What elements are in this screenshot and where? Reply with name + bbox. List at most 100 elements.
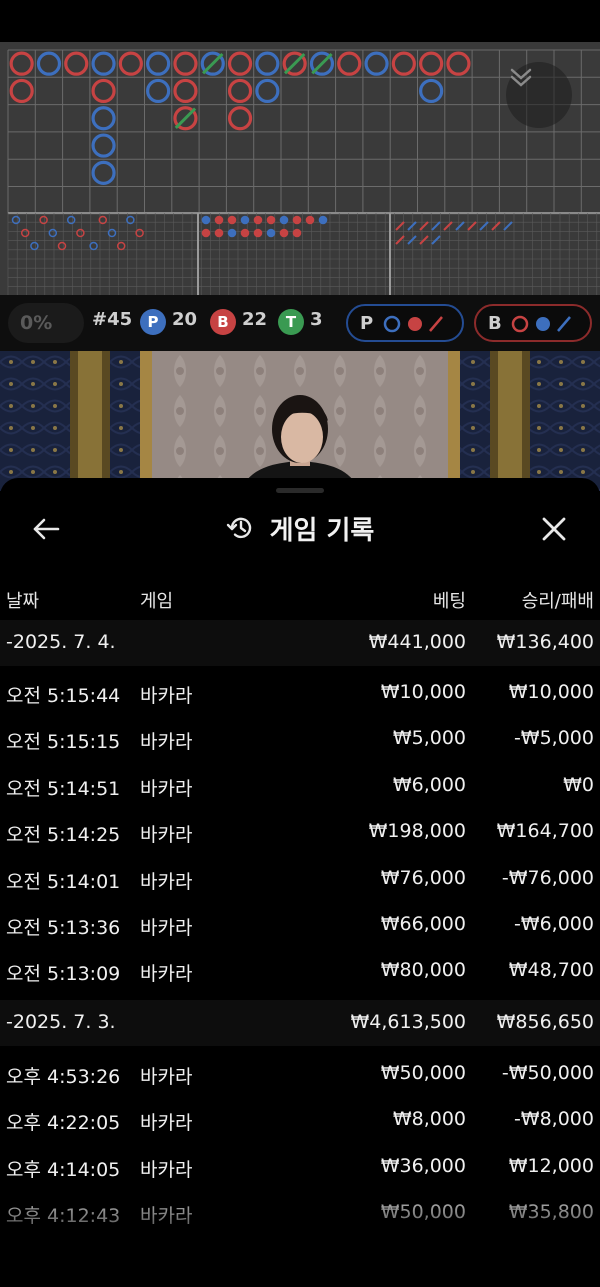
table-row[interactable]: 오전 5:13:09 바카라 ₩80,000 ₩48,700 [0,948,600,994]
row-game: 바카라 [140,1066,193,1088]
predict-markers-icon [383,315,443,333]
row-time: 오전 5:15:44 [6,685,121,707]
round-number: #45 [92,309,133,330]
status-strip [0,0,600,42]
row-time: 오전 5:14:01 [6,871,121,893]
panel-header: 게임 기록 [0,506,600,550]
player-predict-label: P [360,313,374,334]
bead-marker [91,78,116,104]
column-winloss: 승리/패배 [521,591,594,612]
column-bet: 베팅 [432,591,466,612]
row-result: ₩35,800 [508,1201,594,1223]
row-game: 바카라 [140,917,193,939]
dealer-scene-image [0,351,600,491]
game-history-panel: 게임 기록 날짜 게임 베팅 승리/패배 -2025. 7. 4. ₩441,0… [0,478,600,1287]
row-game: 바카라 [140,963,193,985]
row-bet: ₩50,000 [380,1201,466,1223]
row-game: 바카라 [140,685,193,707]
bead-marker [91,51,116,76]
table-row[interactable]: 오후 4:53:26 바카라 ₩50,000 -₩50,000 [0,1051,600,1097]
chevron-double-down-icon [510,68,532,87]
table-row[interactable]: 오후 4:14:05 바카라 ₩36,000 ₩12,000 [0,1144,600,1190]
bead-marker [173,51,198,76]
row-game: 바카라 [140,1112,193,1134]
table-row[interactable]: 오전 5:15:15 바카라 ₩5,000 -₩5,000 [0,716,600,762]
row-time: 오전 5:14:51 [6,778,121,800]
bead-marker [419,51,444,76]
bead-marker [255,78,280,104]
row-result: ₩164,700 [496,820,594,842]
banker-predict-button[interactable]: B [474,304,592,342]
column-game: 게임 [140,591,174,612]
player-predict-button[interactable]: P [346,304,464,342]
row-bet: ₩36,000 [380,1155,466,1177]
bead-marker [91,160,116,185]
bead-marker [118,51,143,76]
player-badge: P [140,309,166,335]
row-bet: ₩50,000 [380,1062,466,1084]
row-bet: ₩66,000 [380,913,466,935]
row-result: -₩50,000 [501,1062,594,1084]
row-time: 오전 5:13:09 [6,963,121,985]
table-row[interactable]: 오후 4:22:05 바카라 ₩8,000 -₩8,000 [0,1097,600,1143]
baccarat-roadmap [0,42,600,295]
group-date: -2025. 7. 4. [6,631,116,653]
row-bet: ₩80,000 [380,959,466,981]
tie-count: 3 [310,309,323,330]
bead-marker [227,106,253,131]
bead-marker [146,78,171,104]
row-bet: ₩8,000 [392,1108,466,1130]
table-row[interactable]: 오전 5:14:25 바카라 ₩198,000 ₩164,700 [0,809,600,855]
bead-marker [227,51,253,76]
date-group-row[interactable]: -2025. 7. 4. ₩441,000 ₩136,400 [0,620,600,666]
date-group-row[interactable]: -2025. 7. 3. ₩4,613,500 ₩856,650 [0,1000,600,1046]
table-row[interactable]: 오전 5:13:36 바카라 ₩66,000 -₩6,000 [0,902,600,948]
banker-badge: B [210,309,236,335]
row-time: 오전 5:15:15 [6,731,121,753]
bead-marker [9,51,34,76]
row-time: 오전 5:13:36 [6,917,121,939]
panel-title: 게임 기록 [269,515,375,546]
group-result-total: ₩856,650 [496,1011,594,1033]
table-row[interactable]: 오전 5:15:44 바카라 ₩10,000 ₩10,000 [0,670,600,716]
bead-marker [146,51,171,76]
table-row[interactable]: 오전 5:14:51 바카라 ₩6,000 ₩0 [0,763,600,809]
row-game: 바카라 [140,871,193,893]
table-row[interactable]: 오후 4:12:43 바카라 ₩50,000 ₩35,800 [0,1190,600,1236]
close-button[interactable] [538,513,570,545]
column-date: 날짜 [6,591,40,612]
close-icon [542,517,566,541]
row-result: ₩0 [563,774,594,796]
row-bet: ₩5,000 [392,727,466,749]
win-percentage: 0% [8,303,84,343]
group-bet-total: ₩4,613,500 [350,1011,466,1033]
table-header: 날짜 게임 베팅 승리/패배 [0,581,600,617]
row-time: 오후 4:14:05 [6,1159,121,1181]
row-bet: ₩10,000 [380,681,466,703]
predict-markers-icon [511,315,571,333]
collapse-button[interactable] [506,62,572,128]
history-icon [226,517,251,539]
row-result: ₩48,700 [508,959,594,981]
bead-marker [227,78,253,104]
row-result: -₩76,000 [501,867,594,889]
row-time: 오후 4:22:05 [6,1112,121,1134]
row-game: 바카라 [140,731,193,753]
table-row[interactable]: 오전 5:14:01 바카라 ₩76,000 -₩76,000 [0,856,600,902]
row-game: 바카라 [140,1159,193,1181]
drag-handle[interactable] [276,488,324,493]
bead-marker [419,78,444,104]
bead-marker [446,51,471,76]
bead-marker [391,51,416,76]
row-game: 바카라 [140,778,193,800]
row-bet: ₩198,000 [368,820,466,842]
bead-marker [337,51,362,76]
row-result: -₩8,000 [513,1108,594,1130]
row-result: ₩12,000 [508,1155,594,1177]
bead-marker [173,78,198,104]
bead-marker [255,51,280,76]
bead-marker [64,51,89,76]
row-bet: ₩6,000 [392,774,466,796]
player-count: 20 [172,309,198,330]
row-game: 바카라 [140,1205,193,1227]
